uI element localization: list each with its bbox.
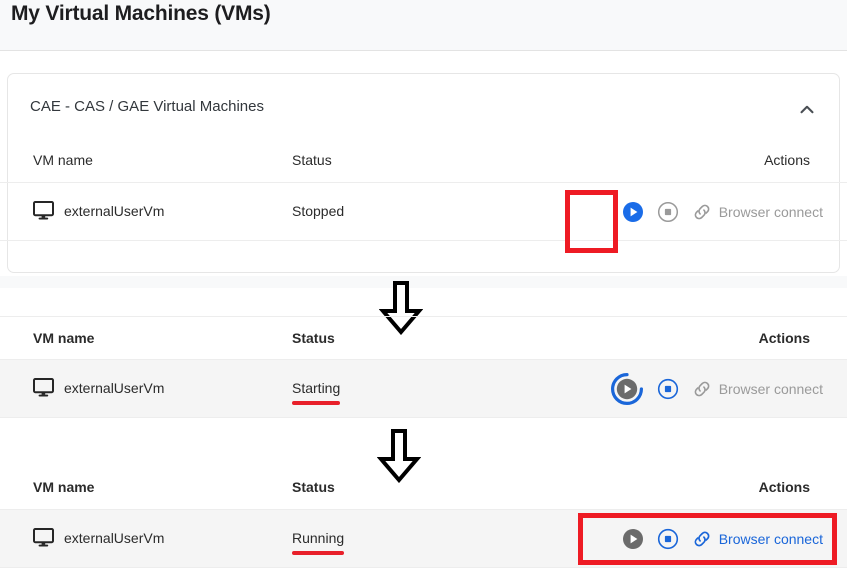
vm-table-running: VM name Status Actions externalUserVm Ru… [0,466,847,568]
browser-connect-link[interactable]: Browser connect [692,529,823,549]
column-header-vm-name: VM name [33,152,93,168]
table-header-row: VM name Status Actions [0,316,847,360]
column-header-vm-name: VM name [33,479,95,495]
vm-name-label: externalUserVm [64,202,165,219]
chevron-up-icon[interactable] [796,99,818,121]
browser-connect-link: Browser connect [692,202,823,222]
monitor-icon [33,528,54,547]
table-header-row: VM name Status Actions [0,139,847,183]
stop-circle-icon[interactable] [657,378,679,400]
stop-circle-icon[interactable] [657,528,679,550]
column-header-actions: Actions [758,330,810,346]
vm-status-cell: Running [292,530,345,555]
vm-name-cell: externalUserVm [33,528,164,547]
vm-actions-cell: Browser connect [610,360,823,418]
column-header-status: Status [292,479,335,495]
page-title: My Virtual Machines (VMs) [11,2,271,25]
vm-name-label: externalUserVm [64,379,165,396]
vm-actions-cell: Browser connect [622,510,823,568]
link-icon [692,379,712,399]
status-underline [292,551,345,555]
table-row[interactable]: externalUserVm Stopped Browser connect [0,183,847,241]
vm-table-stopped: VM name Status Actions externalUserVm St… [0,139,847,241]
vm-name-cell: externalUserVm [33,201,164,220]
status-text: Starting [292,380,341,396]
vm-actions-cell: Browser connect [622,183,823,241]
browser-connect-label: Browser connect [718,204,823,220]
column-header-actions: Actions [764,152,810,168]
column-header-status: Status [292,330,335,346]
play-circle-icon [622,528,644,550]
status-underline [292,401,341,405]
stop-circle-icon [657,201,679,223]
browser-connect-label: Browser connect [718,381,823,397]
status-text: Stopped [292,203,345,219]
monitor-icon [33,378,54,397]
vm-name-cell: externalUserVm [33,378,164,397]
status-text: Running [292,530,345,546]
link-icon [692,529,712,549]
play-circle-icon [610,372,644,406]
table-header-row: VM name Status Actions [0,466,847,510]
card-header[interactable]: CAE - CAS / GAE Virtual Machines [8,74,839,140]
vm-status-cell: Starting [292,380,341,405]
vm-table-starting: VM name Status Actions externalUserVm St… [0,316,847,418]
vm-name-label: externalUserVm [64,529,165,546]
browser-connect-link: Browser connect [692,379,823,399]
column-header-actions: Actions [758,479,810,495]
page-header: My Virtual Machines (VMs) [0,0,847,51]
table-row[interactable]: externalUserVm Starting Browser connect [0,360,847,418]
browser-connect-label: Browser connect [718,531,823,547]
link-icon [692,202,712,222]
play-circle-icon[interactable] [622,201,644,223]
vm-status-cell: Stopped [292,203,344,219]
table-row[interactable]: externalUserVm Running Browser connect [0,510,847,568]
monitor-icon [33,201,54,220]
section-divider-strip [0,276,847,288]
column-header-status: Status [292,152,332,168]
column-header-vm-name: VM name [33,330,95,346]
card-title: CAE - CAS / GAE Virtual Machines [30,98,264,115]
